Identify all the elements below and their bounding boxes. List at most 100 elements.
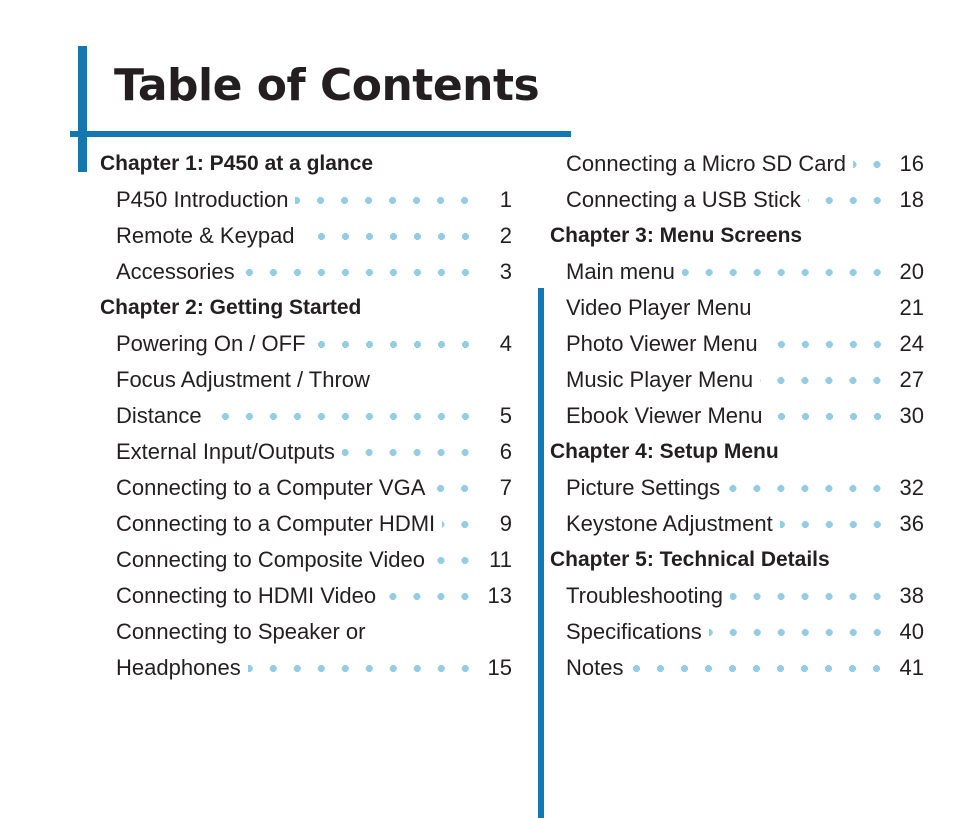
toc-entry-label: Distance [116, 403, 202, 428]
dot-leader [432, 477, 477, 499]
chapter-heading-label: Chapter 5: Technical Details [550, 548, 830, 571]
chapter-heading-label: Chapter 3: Menu Screens [550, 224, 803, 247]
toc-entry-accessories[interactable]: Accessories 3 [100, 254, 512, 290]
dot-leader [807, 189, 889, 211]
toc-entry-music-player-menu[interactable]: Music Player Menu 27 [550, 362, 924, 398]
toc-entry-label: Ebook Viewer Menu [566, 403, 763, 428]
toc-entry-label: Accessories [116, 259, 235, 284]
chapter-heading-chapter-1-p450-at-a-glance: Chapter 1: P450 at a glance [100, 146, 512, 182]
toc-entry-label: Connecting to a Computer HDMI [116, 511, 436, 536]
toc-entry-page-number: 36 [899, 511, 924, 536]
dot-leader [208, 405, 477, 427]
toc-column-left: Chapter 1: P450 at a glance P450 Introduc… [100, 146, 512, 686]
toc-entry-label: Powering On / OFF [116, 331, 306, 356]
dot-leader [759, 297, 890, 319]
toc-entry-connecting-to-a-computer-vga[interactable]: Connecting to a Computer VGA 7 [100, 470, 512, 506]
toc-entry-label: Music Player Menu [566, 367, 754, 392]
toc-entry-connecting-to-hdmi-video[interactable]: Connecting to HDMI Video 13 [100, 578, 512, 614]
toc-entry-main-menu[interactable]: Main menu 20 [550, 254, 924, 290]
dot-leader [442, 513, 477, 535]
toc-entry-page-number: 32 [899, 475, 924, 500]
toc-entry-page-number: 2 [499, 223, 512, 248]
toc-entry-label: P450 Introduction [116, 187, 289, 212]
toc-entry-page-number: 21 [899, 295, 924, 320]
toc-entry-powering-on-off[interactable]: Powering On / OFF 4 [100, 326, 512, 362]
dot-leader [383, 585, 477, 607]
toc-entry-p450-introduction[interactable]: P450 Introduction 1 [100, 182, 512, 218]
dot-leader [241, 261, 477, 283]
chapter-heading-label: Chapter 4: Setup Menu [550, 440, 779, 463]
toc-entry-photo-viewer-menu[interactable]: Photo Viewer Menu 24 [550, 326, 924, 362]
dot-leader [295, 189, 477, 211]
toc-entry-page-number: 7 [499, 475, 512, 500]
toc-entry-label: Troubleshooting [566, 583, 723, 608]
page-title: Table of Contents [114, 60, 540, 111]
dot-leader [853, 153, 889, 175]
toc-entry-label: Connecting to Composite Video [116, 547, 426, 572]
toc-entry-page-number: 1 [499, 187, 512, 212]
toc-entry-page-number: 11 [489, 547, 512, 572]
toc-entry-page-number: 38 [899, 583, 924, 608]
toc-entry-picture-settings[interactable]: Picture Settings 32 [550, 470, 924, 506]
toc-entry-label: Specifications [566, 619, 702, 644]
toc-entry-video-player-menu[interactable]: Video Player Menu 21 [550, 290, 924, 326]
toc-entry-connecting-to-composite-video[interactable]: Connecting to Composite Video 11 [100, 542, 512, 578]
toc-entry-page-number: 27 [899, 367, 924, 392]
toc-entry-page-number: 16 [899, 151, 924, 176]
toc-entry-keystone-adjustment[interactable]: Keystone Adjustment 36 [550, 506, 924, 542]
toc-entry-label: Focus Adjustment / Throw [116, 367, 370, 392]
dot-leader [312, 333, 477, 355]
toc-entry-label: Connecting to HDMI Video [116, 583, 377, 608]
toc-entry-specifications[interactable]: Specifications 40 [550, 614, 924, 650]
toc-entry-connecting-a-usb-stick[interactable]: Connecting a USB Stick 18 [550, 182, 924, 218]
toc-entry-page-number: 5 [499, 403, 512, 428]
toc-header: Table of Contents [0, 0, 954, 172]
toc-entry-label: Picture Settings [566, 475, 721, 500]
toc-entry-page-number: 24 [899, 331, 924, 356]
toc-entry-page-number: 4 [499, 331, 512, 356]
toc-entry-external-input-outputs[interactable]: External Input/Outputs 6 [100, 434, 512, 470]
toc-entry-label: Connecting a USB Stick [566, 187, 801, 212]
toc-entry-label: Remote & Keypad [116, 223, 295, 248]
dot-leader [432, 549, 477, 571]
dot-leader [377, 369, 509, 391]
toc-column-right: Connecting a Micro SD Card 16 Connecting a… [550, 146, 924, 686]
toc-entry-label: Connecting a Micro SD Card [566, 151, 847, 176]
toc-entry-label: Headphones [116, 655, 241, 680]
dot-leader [247, 657, 477, 679]
chapter-heading-chapter-3-menu-screens: Chapter 3: Menu Screens [550, 218, 924, 254]
chapter-heading-chapter-4-setup-menu: Chapter 4: Setup Menu [550, 434, 924, 470]
toc-columns: Chapter 1: P450 at a glance P450 Introduc… [0, 146, 954, 818]
toc-entry-page-number: 6 [499, 439, 512, 464]
toc-entry-connecting-a-micro-sd-card[interactable]: Connecting a Micro SD Card 16 [550, 146, 924, 182]
toc-entry-page-number: 20 [899, 259, 924, 284]
toc-entry-page-number: 9 [499, 511, 512, 536]
toc-entry-ebook-viewer-menu[interactable]: Ebook Viewer Menu 30 [550, 398, 924, 434]
dot-leader [708, 621, 889, 643]
chapter-heading-label: Chapter 1: P450 at a glance [100, 152, 374, 175]
toc-entry-focus-adjustment-throw[interactable]: Focus Adjustment / Throw [100, 362, 512, 398]
title-underline-rule [70, 131, 571, 137]
dot-leader [681, 261, 889, 283]
toc-entry-label: Photo Viewer Menu [566, 331, 758, 356]
toc-entry-page-number: 40 [899, 619, 924, 644]
toc-entry-label: Notes [566, 655, 624, 680]
dot-leader [373, 621, 510, 643]
toc-entry-headphones[interactable]: Headphones 15 [100, 650, 512, 686]
toc-entry-label: Connecting to a Computer VGA [116, 475, 426, 500]
toc-entry-label: External Input/Outputs [116, 439, 335, 464]
toc-entry-distance[interactable]: Distance 5 [100, 398, 512, 434]
toc-entry-remote-keypad[interactable]: Remote & Keypad 2 [100, 218, 512, 254]
toc-entry-connecting-to-speaker-or[interactable]: Connecting to Speaker or [100, 614, 512, 650]
toc-entry-notes[interactable]: Notes 41 [550, 650, 924, 686]
dot-leader [769, 405, 889, 427]
chapter-heading-label: Chapter 2: Getting Started [100, 296, 362, 319]
chapter-heading-chapter-5-technical-details: Chapter 5: Technical Details [550, 542, 924, 578]
toc-entry-connecting-to-a-computer-hdmi[interactable]: Connecting to a Computer HDMI 9 [100, 506, 512, 542]
toc-entry-page-number: 13 [487, 583, 512, 608]
dot-leader [630, 657, 889, 679]
column-divider [538, 288, 544, 818]
toc-entry-troubleshooting[interactable]: Troubleshooting 38 [550, 578, 924, 614]
toc-entry-page-number: 3 [499, 259, 512, 284]
dot-leader [727, 477, 889, 499]
